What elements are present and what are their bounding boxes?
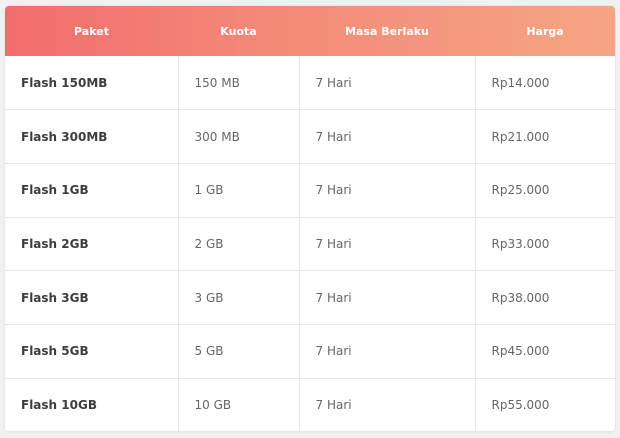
table-row: Flash 150MB 150 MB 7 Hari Rp14.000 bbox=[5, 56, 615, 111]
cell-paket: Flash 300MB bbox=[5, 109, 179, 164]
cell-kuota: 300 MB bbox=[177, 109, 300, 164]
cell-paket: Flash 2GB bbox=[5, 216, 179, 272]
cell-masa-berlaku: 7 Hari bbox=[298, 162, 476, 218]
cell-masa-berlaku: 7 Hari bbox=[298, 56, 476, 111]
table-row: Flash 3GB 3 GB 7 Hari Rp38.000 bbox=[5, 270, 615, 325]
cell-kuota: 3 GB bbox=[177, 270, 300, 325]
cell-kuota: 1 GB bbox=[177, 162, 300, 218]
cell-harga: Rp25.000 bbox=[474, 162, 615, 218]
cell-kuota: 2 GB bbox=[177, 216, 300, 272]
header-masa-berlaku: Masa Berlaku bbox=[345, 24, 429, 38]
cell-harga: Rp38.000 bbox=[474, 270, 615, 325]
cell-harga: Rp33.000 bbox=[474, 216, 615, 272]
cell-paket: Flash 3GB bbox=[5, 270, 179, 325]
table-header: Paket Kuota Masa Berlaku Harga bbox=[5, 6, 615, 56]
table-row: Flash 10GB 10 GB 7 Hari Rp55.000 bbox=[5, 377, 615, 432]
cell-masa-berlaku: 7 Hari bbox=[298, 323, 476, 379]
cell-harga: Rp45.000 bbox=[474, 323, 615, 379]
table-row: Flash 1GB 1 GB 7 Hari Rp25.000 bbox=[5, 162, 615, 218]
cell-masa-berlaku: 7 Hari bbox=[298, 270, 476, 325]
cell-masa-berlaku: 7 Hari bbox=[298, 109, 476, 164]
table-body: Flash 150MB 150 MB 7 Hari Rp14.000 Flash… bbox=[5, 56, 615, 432]
cell-kuota: 5 GB bbox=[177, 323, 300, 379]
cell-masa-berlaku: 7 Hari bbox=[298, 377, 476, 432]
cell-masa-berlaku: 7 Hari bbox=[298, 216, 476, 272]
cell-harga: Rp21.000 bbox=[474, 109, 615, 164]
cell-paket: Flash 5GB bbox=[5, 323, 179, 379]
cell-paket: Flash 150MB bbox=[5, 56, 179, 111]
cell-kuota: 150 MB bbox=[177, 56, 300, 111]
cell-harga: Rp14.000 bbox=[474, 56, 615, 111]
header-harga: Harga bbox=[526, 24, 564, 38]
cell-kuota: 10 GB bbox=[177, 377, 300, 432]
table-row: Flash 2GB 2 GB 7 Hari Rp33.000 bbox=[5, 216, 615, 272]
package-price-table: Paket Kuota Masa Berlaku Harga Flash 150… bbox=[5, 6, 615, 432]
cell-paket: Flash 10GB bbox=[5, 377, 179, 432]
cell-paket: Flash 1GB bbox=[5, 162, 179, 218]
header-kuota: Kuota bbox=[220, 24, 257, 38]
table-row: Flash 5GB 5 GB 7 Hari Rp45.000 bbox=[5, 323, 615, 379]
package-price-table-container: Paket Kuota Masa Berlaku Harga Flash 150… bbox=[5, 6, 615, 432]
cell-harga: Rp55.000 bbox=[474, 377, 615, 432]
header-row: Paket Kuota Masa Berlaku Harga bbox=[5, 6, 615, 56]
header-paket: Paket bbox=[74, 24, 109, 38]
table-row: Flash 300MB 300 MB 7 Hari Rp21.000 bbox=[5, 109, 615, 164]
